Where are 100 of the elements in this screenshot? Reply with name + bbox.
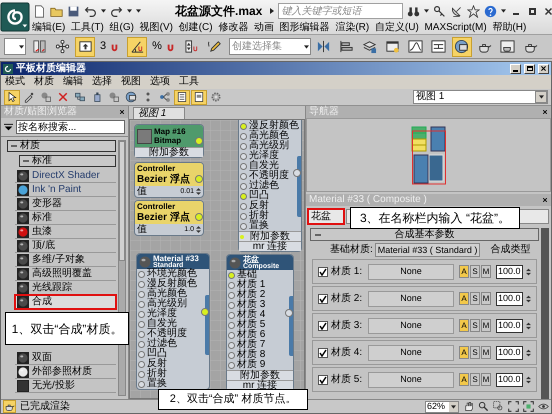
amount-spinner[interactable]: 100.0 bbox=[496, 372, 523, 386]
spinner-arrows-icon[interactable] bbox=[526, 376, 531, 384]
name-field[interactable]: 花盆 bbox=[308, 208, 344, 224]
restore-button[interactable] bbox=[526, 5, 538, 17]
frame-icon[interactable] bbox=[508, 401, 519, 412]
satellite-dish-icon[interactable] bbox=[450, 4, 464, 18]
zoom-dropdown[interactable]: 62% bbox=[425, 400, 459, 412]
caret-icon[interactable] bbox=[101, 9, 106, 13]
mode-toggle[interactable]: S bbox=[470, 319, 480, 332]
selection-set-dropdown[interactable]: 创建选择集 bbox=[228, 38, 311, 55]
caret-icon[interactable] bbox=[451, 404, 456, 408]
undo-icon[interactable] bbox=[84, 4, 97, 18]
menu-item[interactable]: 帮助(H) bbox=[492, 22, 526, 34]
checkbox[interactable] bbox=[318, 294, 328, 304]
menu-item[interactable]: 材质 bbox=[34, 76, 54, 88]
spinner-arrows-icon[interactable] bbox=[196, 188, 201, 195]
spinner-arrows-icon[interactable] bbox=[526, 294, 531, 302]
checkbox[interactable] bbox=[318, 320, 328, 330]
material-list-item[interactable]: 合成 bbox=[15, 295, 116, 309]
mode-toggle[interactable]: S bbox=[470, 292, 480, 305]
output-port[interactable] bbox=[285, 309, 293, 317]
hand-icon[interactable] bbox=[463, 401, 474, 412]
checkbox[interactable] bbox=[318, 348, 328, 358]
zoom-region-icon[interactable] bbox=[493, 401, 504, 412]
search-field[interactable]: 按名称搜索... bbox=[16, 120, 125, 134]
key-icon[interactable] bbox=[433, 4, 446, 18]
close-icon[interactable] bbox=[542, 197, 548, 203]
caret-icon[interactable] bbox=[538, 95, 544, 99]
map-button[interactable]: None bbox=[368, 318, 454, 334]
star-icon[interactable] bbox=[467, 4, 480, 18]
scrollbar-thumb[interactable] bbox=[119, 141, 125, 261]
input-port[interactable] bbox=[240, 234, 244, 238]
map-button[interactable]: None bbox=[368, 290, 454, 306]
material-list-item[interactable]: 虫漆 bbox=[15, 225, 116, 239]
menu-item[interactable]: 模式 bbox=[5, 76, 25, 88]
material-list-item[interactable]: 标准 bbox=[15, 211, 116, 225]
material-list-item[interactable]: 外部参照材质 bbox=[15, 365, 116, 379]
search-field[interactable]: 键入关键字或短语 bbox=[278, 3, 404, 19]
menu-item[interactable]: 修改器 bbox=[218, 22, 248, 34]
material-list-item[interactable]: Ink 'n Paint bbox=[15, 183, 116, 197]
mode-toggle[interactable]: M bbox=[481, 319, 491, 332]
mode-toggle[interactable]: S bbox=[470, 265, 480, 278]
caret-icon[interactable] bbox=[19, 44, 24, 48]
minimize-button[interactable] bbox=[510, 64, 521, 74]
material-list-item[interactable]: 顶/底 bbox=[15, 239, 116, 253]
amount-spinner[interactable]: 100.0 bbox=[496, 292, 523, 306]
menu-item[interactable]: 视图 bbox=[121, 76, 141, 88]
hide-icon[interactable] bbox=[538, 401, 549, 412]
menu-item[interactable]: 动画 bbox=[254, 22, 274, 34]
material-list-item[interactable]: 变形器 bbox=[15, 197, 116, 211]
filter-icon[interactable] bbox=[4, 123, 13, 131]
menu-item[interactable]: 选项 bbox=[150, 76, 170, 88]
group-header[interactable]: 标准 bbox=[19, 155, 116, 167]
material-list-item[interactable]: 无光/投影 bbox=[15, 379, 116, 393]
menu-item[interactable]: 视图(V) bbox=[140, 22, 173, 34]
caret-icon[interactable] bbox=[501, 9, 506, 13]
material-list-item[interactable]: DirectX Shader bbox=[15, 169, 116, 183]
amount-spinner[interactable]: 100.0 bbox=[496, 318, 523, 332]
map-node[interactable]: Map #16 Bitmap 附加参数 bbox=[134, 124, 204, 158]
close-icon[interactable] bbox=[542, 109, 548, 115]
amount-spinner[interactable]: 100.0 bbox=[496, 346, 523, 360]
mode-toggle[interactable]: M bbox=[481, 265, 491, 278]
mode-toggle[interactable]: S bbox=[470, 373, 480, 386]
menu-item[interactable]: 选择 bbox=[92, 76, 112, 88]
view-tab[interactable]: 视图 1 bbox=[133, 107, 185, 119]
amount-spinner[interactable]: 100.0 bbox=[496, 264, 523, 278]
checkbox[interactable] bbox=[318, 266, 328, 276]
maximize-button[interactable] bbox=[524, 64, 535, 74]
material-list-item[interactable]: 双面 bbox=[15, 351, 116, 365]
mode-toggle[interactable]: M bbox=[481, 346, 491, 359]
mode-toggle[interactable]: A bbox=[459, 292, 469, 305]
binoculars-icon[interactable] bbox=[407, 4, 420, 18]
output-port[interactable] bbox=[201, 308, 209, 316]
app-logo-icon[interactable] bbox=[0, 2, 30, 32]
caret-icon[interactable] bbox=[304, 44, 309, 48]
view-dropdown[interactable]: 视图 1 bbox=[413, 90, 548, 104]
output-port[interactable] bbox=[293, 169, 301, 178]
new-file-icon[interactable] bbox=[33, 4, 46, 18]
map-button[interactable]: None bbox=[368, 264, 454, 280]
magnet-button[interactable]: % bbox=[150, 36, 180, 56]
menu-item[interactable]: 工具 bbox=[179, 76, 199, 88]
menu-item[interactable]: 编辑(E) bbox=[32, 22, 66, 34]
caret-icon[interactable] bbox=[424, 9, 430, 13]
menu-item[interactable]: 图形编辑器 bbox=[280, 22, 330, 34]
spinner-arrows-icon[interactable] bbox=[526, 268, 531, 276]
map-button[interactable]: None bbox=[368, 372, 454, 388]
group-header[interactable]: 材质 bbox=[7, 140, 116, 152]
spinner-arrows-icon[interactable] bbox=[526, 348, 531, 356]
mode-toggle[interactable]: A bbox=[459, 346, 469, 359]
spinner-arrows-icon[interactable] bbox=[526, 322, 531, 330]
mode-toggle[interactable]: M bbox=[481, 373, 491, 386]
menu-item[interactable]: MAXScript(M) bbox=[424, 22, 487, 34]
material-list-item[interactable]: 高级照明覆盖 bbox=[15, 267, 116, 281]
triangle-icon[interactable] bbox=[270, 8, 274, 14]
mode-toggle[interactable]: A bbox=[459, 265, 469, 278]
mode-toggle[interactable]: M bbox=[481, 292, 491, 305]
close-icon[interactable] bbox=[119, 109, 125, 115]
rollout-header[interactable]: 合成基本参数 bbox=[310, 228, 539, 241]
material-list-item[interactable]: 多维/子对象 bbox=[15, 253, 116, 267]
map-button[interactable]: None bbox=[368, 344, 454, 360]
